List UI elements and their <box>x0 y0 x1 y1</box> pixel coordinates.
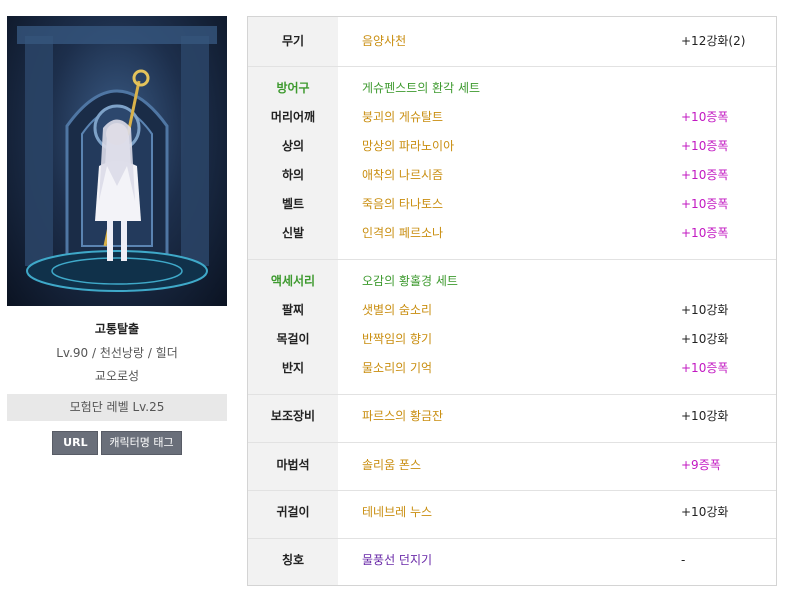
slot-label: 목걸이 <box>276 332 310 346</box>
set-name: 오감의 황홀경 세트 <box>362 274 458 288</box>
slot-label: 상의 <box>281 139 305 153</box>
equip-row-bracelet: 팔찌 샛별의 숨소리 +10강화 <box>248 301 776 319</box>
item-name[interactable]: 애착의 나르시즘 <box>362 166 443 184</box>
button-row: URL 캐릭터명 태그 <box>7 431 227 455</box>
item-name[interactable]: 반짝임의 향기 <box>362 330 432 348</box>
divider <box>248 538 776 539</box>
slot-label: 하의 <box>281 168 305 182</box>
slot-label: 머리어깨 <box>270 110 316 124</box>
armor-set-header: 방어구 게슈펜스트의 환각 세트 <box>248 79 776 97</box>
enhancement: - <box>681 553 686 567</box>
character-level-class: Lv.90 / 천선낭랑 / 힐더 <box>56 346 178 360</box>
equip-row-magicstone: 마법석 솔리움 폰스 +9증폭 <box>248 456 776 474</box>
divider <box>248 442 776 443</box>
item-name[interactable]: 물소리의 기억 <box>362 359 432 377</box>
slot-label: 보조장비 <box>270 409 316 423</box>
enhancement: +10강화 <box>681 409 729 423</box>
character-portrait <box>7 16 227 306</box>
item-name[interactable]: 테네브레 누스 <box>362 503 432 521</box>
slot-label: 반지 <box>281 361 305 375</box>
enhancement: +9증폭 <box>681 458 721 472</box>
equip-row-shoes: 신발 인격의 페르소나 +10증폭 <box>248 224 776 242</box>
equip-row-bottom: 하의 애착의 나르시즘 +10증폭 <box>248 166 776 184</box>
enhancement: +10강화 <box>681 303 729 317</box>
divider <box>248 259 776 260</box>
character-panel: 고통탈출 Lv.90 / 천선낭랑 / 힐더 교오로성 모험단 레벨 Lv.25… <box>7 16 227 455</box>
item-name[interactable]: 인격의 페르소나 <box>362 224 443 242</box>
slot-label: 벨트 <box>281 197 305 211</box>
equip-row-top: 상의 망상의 파라노이아 +10증폭 <box>248 137 776 155</box>
item-name[interactable]: 붕괴의 게슈탈트 <box>362 108 443 126</box>
divider <box>248 394 776 395</box>
enhancement: +10증폭 <box>681 361 729 375</box>
url-button[interactable]: URL <box>52 431 99 455</box>
section-label: 액세서리 <box>270 274 316 288</box>
adventure-level: 모험단 레벨 Lv.25 <box>7 394 227 421</box>
item-name[interactable]: 물풍선 던지기 <box>362 551 432 569</box>
equip-row-necklace: 목걸이 반짝임의 향기 +10강화 <box>248 330 776 348</box>
slot-label: 신발 <box>281 226 305 240</box>
item-name[interactable]: 죽음의 타나토스 <box>362 195 443 213</box>
equipment-table: 무기 음양사천 +12강화(2) 방어구 게슈펜스트의 환각 세트 머리어깨 붕… <box>247 16 777 586</box>
slot-label: 칭호 <box>281 553 305 567</box>
enhancement: +10증폭 <box>681 168 729 182</box>
item-name[interactable]: 망상의 파라노이아 <box>362 137 454 155</box>
equip-row-belt: 벨트 죽음의 타나토스 +10증폭 <box>248 195 776 213</box>
enhancement: +10증폭 <box>681 139 729 153</box>
divider <box>248 66 776 67</box>
slot-label: 팔찌 <box>281 303 305 317</box>
section-label: 방어구 <box>276 81 310 95</box>
slot-label: 마법석 <box>276 458 310 472</box>
item-name[interactable]: 샛별의 숨소리 <box>362 301 432 319</box>
set-name: 게슈펜스트의 환각 세트 <box>362 81 481 95</box>
enhancement: +10증폭 <box>681 110 729 124</box>
equip-row-earring: 귀걸이 테네브레 누스 +10강화 <box>248 503 776 521</box>
slot-label: 귀걸이 <box>276 505 310 519</box>
divider <box>248 490 776 491</box>
character-guild: 교오로성 <box>94 369 140 383</box>
equip-row-weapon: 무기 음양사천 +12강화(2) <box>248 32 776 50</box>
enhancement: +12강화(2) <box>681 34 746 48</box>
enhancement: +10증폭 <box>681 197 729 211</box>
enhancement: +10강화 <box>681 505 729 519</box>
item-name[interactable]: 음양사천 <box>362 32 406 50</box>
slot-label: 무기 <box>281 34 305 48</box>
equip-row-ring: 반지 물소리의 기억 +10증폭 <box>248 359 776 377</box>
equip-row-shoulder: 머리어깨 붕괴의 게슈탈트 +10증폭 <box>248 108 776 126</box>
item-name[interactable]: 솔리움 폰스 <box>362 456 421 474</box>
character-tag-button[interactable]: 캐릭터명 태그 <box>101 431 182 455</box>
enhancement: +10강화 <box>681 332 729 346</box>
item-name[interactable]: 파르스의 황금잔 <box>362 407 443 425</box>
character-name: 고통탈출 <box>94 322 140 336</box>
accessory-set-header: 액세서리 오감의 황홀경 세트 <box>248 272 776 290</box>
equip-row-title: 칭호 물풍선 던지기 - <box>248 551 776 569</box>
enhancement: +10증폭 <box>681 226 729 240</box>
equip-row-subweapon: 보조장비 파르스의 황금잔 +10강화 <box>248 407 776 425</box>
